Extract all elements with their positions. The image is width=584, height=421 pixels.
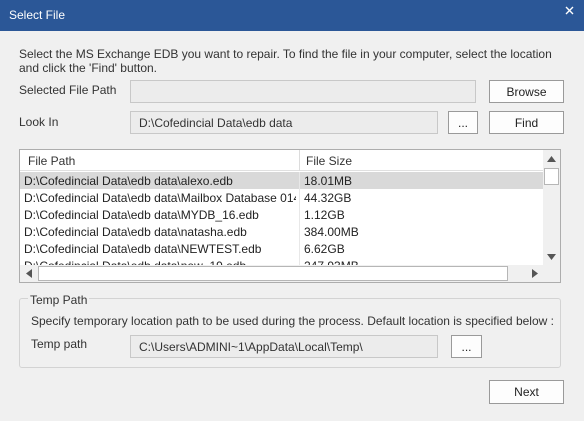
- look-in-label: Look In: [19, 115, 59, 129]
- next-button[interactable]: Next: [489, 380, 564, 404]
- select-file-dialog: Select File Select the MS Exchange EDB y…: [0, 0, 584, 421]
- column-divider: [299, 172, 300, 189]
- row-file-size: 1.12GB: [304, 208, 345, 222]
- row-file-size: 18.01MB: [304, 174, 353, 188]
- table-row[interactable]: D:\Cofedincial Data\edb data\natasha.edb…: [20, 223, 543, 240]
- table-row[interactable]: D:\Cofedincial Data\edb data\NEWTEST.edb…: [20, 240, 543, 257]
- row-file-size: 384.00MB: [304, 225, 359, 239]
- column-divider: [299, 223, 300, 240]
- triangle-left-icon: [25, 269, 32, 278]
- temp-path-field[interactable]: C:\Users\ADMINI~1\AppData\Local\Temp\: [130, 335, 438, 358]
- temp-path-label: Temp path: [31, 337, 88, 351]
- scroll-up-button[interactable]: [543, 150, 560, 167]
- scroll-left-button[interactable]: [20, 265, 37, 282]
- find-button[interactable]: Find: [489, 111, 564, 134]
- column-header-file-size[interactable]: File Size: [306, 154, 352, 168]
- browse-button[interactable]: Browse: [489, 80, 564, 103]
- vertical-scroll-thumb[interactable]: [544, 168, 559, 185]
- row-file-path: D:\Cofedincial Data\edb data\MYDB_16.edb: [24, 208, 259, 222]
- row-file-path: D:\Cofedincial Data\edb data\alexo.edb: [24, 174, 233, 188]
- triangle-right-icon: [531, 269, 538, 278]
- row-file-size: 44.32GB: [304, 191, 352, 205]
- file-list[interactable]: File Path File Size D:\Cofedincial Data\…: [19, 149, 561, 283]
- row-file-size: 6.62GB: [304, 242, 345, 256]
- triangle-up-icon: [547, 155, 556, 162]
- row-file-path: D:\Cofedincial Data\edb data\NEWTEST.edb: [24, 242, 262, 256]
- instructions-text: Select the MS Exchange EDB you want to r…: [19, 47, 552, 75]
- look-in-browse-button[interactable]: ...: [448, 111, 478, 134]
- scroll-right-button[interactable]: [526, 265, 543, 282]
- row-file-path: D:\Cofedincial Data\edb data\natasha.edb: [24, 225, 247, 239]
- look-in-field[interactable]: D:\Cofedincial Data\edb data: [130, 111, 438, 134]
- scroll-down-button[interactable]: [543, 248, 560, 265]
- column-header-file-path[interactable]: File Path: [28, 154, 75, 168]
- selected-file-path-field[interactable]: [130, 80, 476, 103]
- row-file-path: D:\Cofedincial Data\edb data\Mailbox Dat…: [24, 191, 296, 205]
- horizontal-scroll-thumb[interactable]: [38, 266, 508, 281]
- triangle-down-icon: [547, 253, 556, 260]
- column-divider: [299, 240, 300, 257]
- temp-path-group-label: Temp Path: [28, 293, 90, 307]
- column-divider: [299, 150, 300, 171]
- file-list-header: File Path File Size: [20, 150, 543, 171]
- scrollbar-corner: [543, 265, 560, 282]
- table-row[interactable]: D:\Cofedincial Data\edb data\Mailbox Dat…: [20, 189, 543, 206]
- temp-path-description: Specify temporary location path to be us…: [31, 314, 554, 328]
- close-button[interactable]: [554, 0, 584, 20]
- table-row[interactable]: D:\Cofedincial Data\edb data\MYDB_16.edb…: [20, 206, 543, 223]
- vertical-scrollbar[interactable]: [543, 150, 560, 265]
- table-row[interactable]: D:\Cofedincial Data\edb data\alexo.edb 1…: [20, 172, 543, 189]
- temp-path-browse-button[interactable]: ...: [451, 335, 482, 358]
- title-bar: Select File: [0, 0, 584, 31]
- column-divider: [299, 189, 300, 206]
- horizontal-scrollbar[interactable]: [20, 265, 543, 282]
- window-title: Select File: [9, 8, 66, 22]
- selected-file-label: Selected File Path: [19, 83, 117, 97]
- column-divider: [299, 206, 300, 223]
- close-icon: [565, 6, 573, 14]
